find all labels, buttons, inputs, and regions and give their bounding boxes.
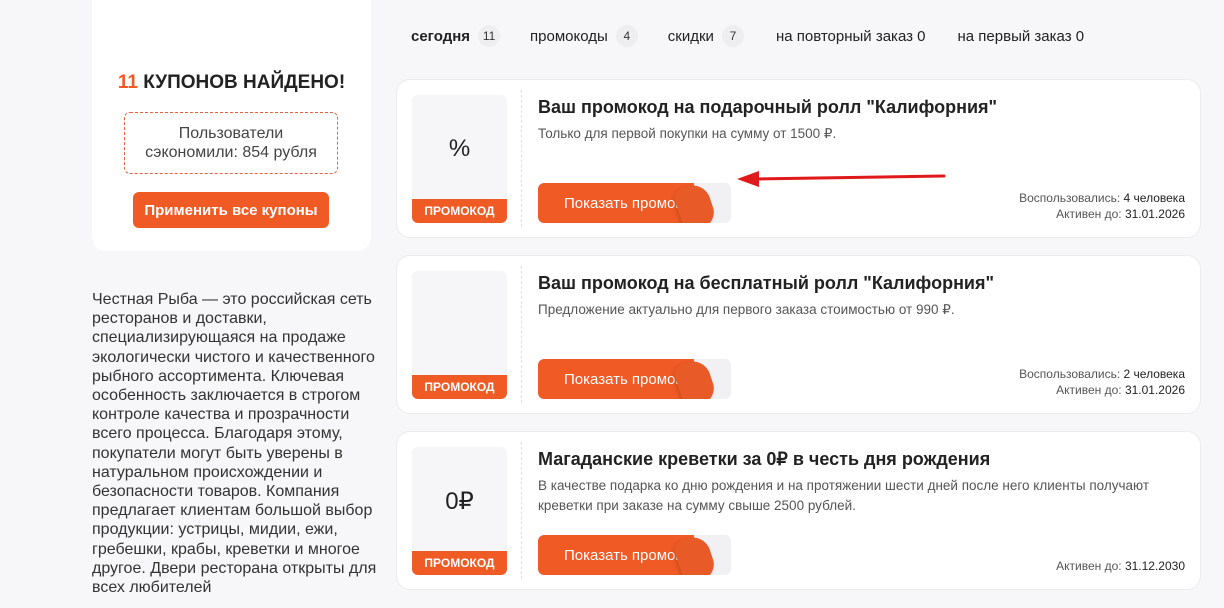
show-promocode-button[interactable]: Показать промокод	[538, 535, 731, 575]
coupon-stub: % ПРОМОКОД	[412, 95, 507, 223]
tab-repeat-order-label: на повторный заказ 0	[775, 27, 926, 45]
tab-discounts-label: скидки	[667, 27, 714, 45]
coupon-type-tag: ПРОМОКОД	[412, 551, 507, 575]
percent-icon: %	[448, 135, 471, 162]
coupon-divider	[521, 266, 522, 403]
coupon-divider	[521, 90, 522, 227]
tab-first-order-label: на первый заказ 0	[957, 27, 1085, 45]
tab-today-count: 11	[478, 25, 501, 47]
show-promocode-button[interactable]: Показать промокод	[538, 183, 731, 223]
coupon-description: В качестве подарка ко дню рождения и на …	[538, 478, 1150, 513]
coupon-description: Предложение актуально для первого заказа…	[538, 302, 955, 317]
coupon-meta: Воспользовались: 4 человека Активен до: …	[1019, 190, 1185, 222]
coupon-card: 0₽ ПРОМОКОД Магаданские креветки за 0₽ в…	[396, 431, 1201, 590]
coupons-found-label: КУПОНОВ НАЙДЕНО!	[143, 72, 346, 93]
used-count: 2 человека	[1123, 367, 1185, 381]
tab-discounts-count: 7	[721, 25, 744, 47]
filter-tabs: сегодня 11 промокоды 4 скидки 7 на повто…	[411, 24, 1116, 48]
coupon-card: ПРОМОКОД Ваш промокод на бесплатный ролл…	[396, 255, 1201, 414]
show-promocode-label: Показать промокод	[538, 359, 694, 399]
coupon-type-tag: ПРОМОКОД	[412, 375, 507, 399]
tab-first-order[interactable]: на первый заказ 0	[958, 28, 1085, 45]
savings-line-2: сэкономили: 854 рубля	[145, 144, 317, 161]
coupon-divider	[521, 442, 522, 579]
coupons-count: 11	[117, 72, 138, 93]
tab-discounts[interactable]: скидки 7	[668, 25, 744, 47]
coupon-title: Ваш промокод на подарочный ролл "Калифор…	[538, 97, 998, 117]
tab-repeat-order[interactable]: на повторный заказ 0	[776, 28, 926, 45]
coupon-meta: Активен до: 31.12.2030	[1056, 558, 1185, 574]
savings-box: Пользователи сэкономили: 854 рубля	[124, 112, 338, 174]
coupon-type-tag: ПРОМОКОД	[412, 199, 507, 223]
used-label: Воспользовались:	[1019, 191, 1121, 205]
show-promocode-label: Показать промокод	[538, 183, 694, 223]
active-until-date: 31.12.2030	[1124, 559, 1185, 573]
savings-line-1: Пользователи	[178, 125, 284, 142]
coupon-title: Магаданские креветки за 0₽ в честь дня р…	[538, 449, 991, 469]
tab-today-label: сегодня	[411, 27, 471, 45]
tab-today[interactable]: сегодня 11	[411, 25, 501, 47]
coupon-card: % ПРОМОКОД Ваш промокод на подарочный ро…	[396, 79, 1201, 238]
coupon-meta: Воспользовались: 2 человека Активен до: …	[1019, 366, 1185, 398]
tab-promocodes[interactable]: промокоды 4	[530, 25, 638, 47]
show-promocode-button[interactable]: Показать промокод	[538, 359, 731, 399]
coupon-stub: 0₽ ПРОМОКОД	[412, 447, 507, 575]
active-until-label: Активен до:	[1056, 207, 1122, 221]
tab-promocodes-count: 4	[615, 25, 638, 47]
coupon-stub: ПРОМОКОД	[412, 271, 507, 399]
coupon-description: Только для первой покупки на сумму от 15…	[538, 126, 837, 141]
active-until-label: Активен до:	[1056, 559, 1122, 573]
show-promocode-label: Показать промокод	[538, 535, 694, 575]
coupon-title: Ваш промокод на бесплатный ролл "Калифор…	[538, 273, 995, 293]
used-count: 4 человека	[1123, 191, 1185, 205]
annotation-arrow-icon	[737, 171, 946, 187]
active-until-date: 31.01.2026	[1124, 383, 1185, 397]
active-until-date: 31.01.2026	[1124, 207, 1185, 221]
zero-ruble-glyph: 0₽	[445, 488, 474, 515]
used-label: Воспользовались:	[1019, 367, 1121, 381]
active-until-label: Активен до:	[1056, 383, 1122, 397]
coupons-found-title: 11 КУПОНОВ НАЙДЕНО!	[92, 72, 371, 94]
tab-promocodes-label: промокоды	[530, 27, 608, 45]
store-description: Честная Рыба — это российская сеть ресто…	[92, 291, 377, 597]
apply-all-coupons-button[interactable]: Применить все купоны	[133, 192, 329, 228]
